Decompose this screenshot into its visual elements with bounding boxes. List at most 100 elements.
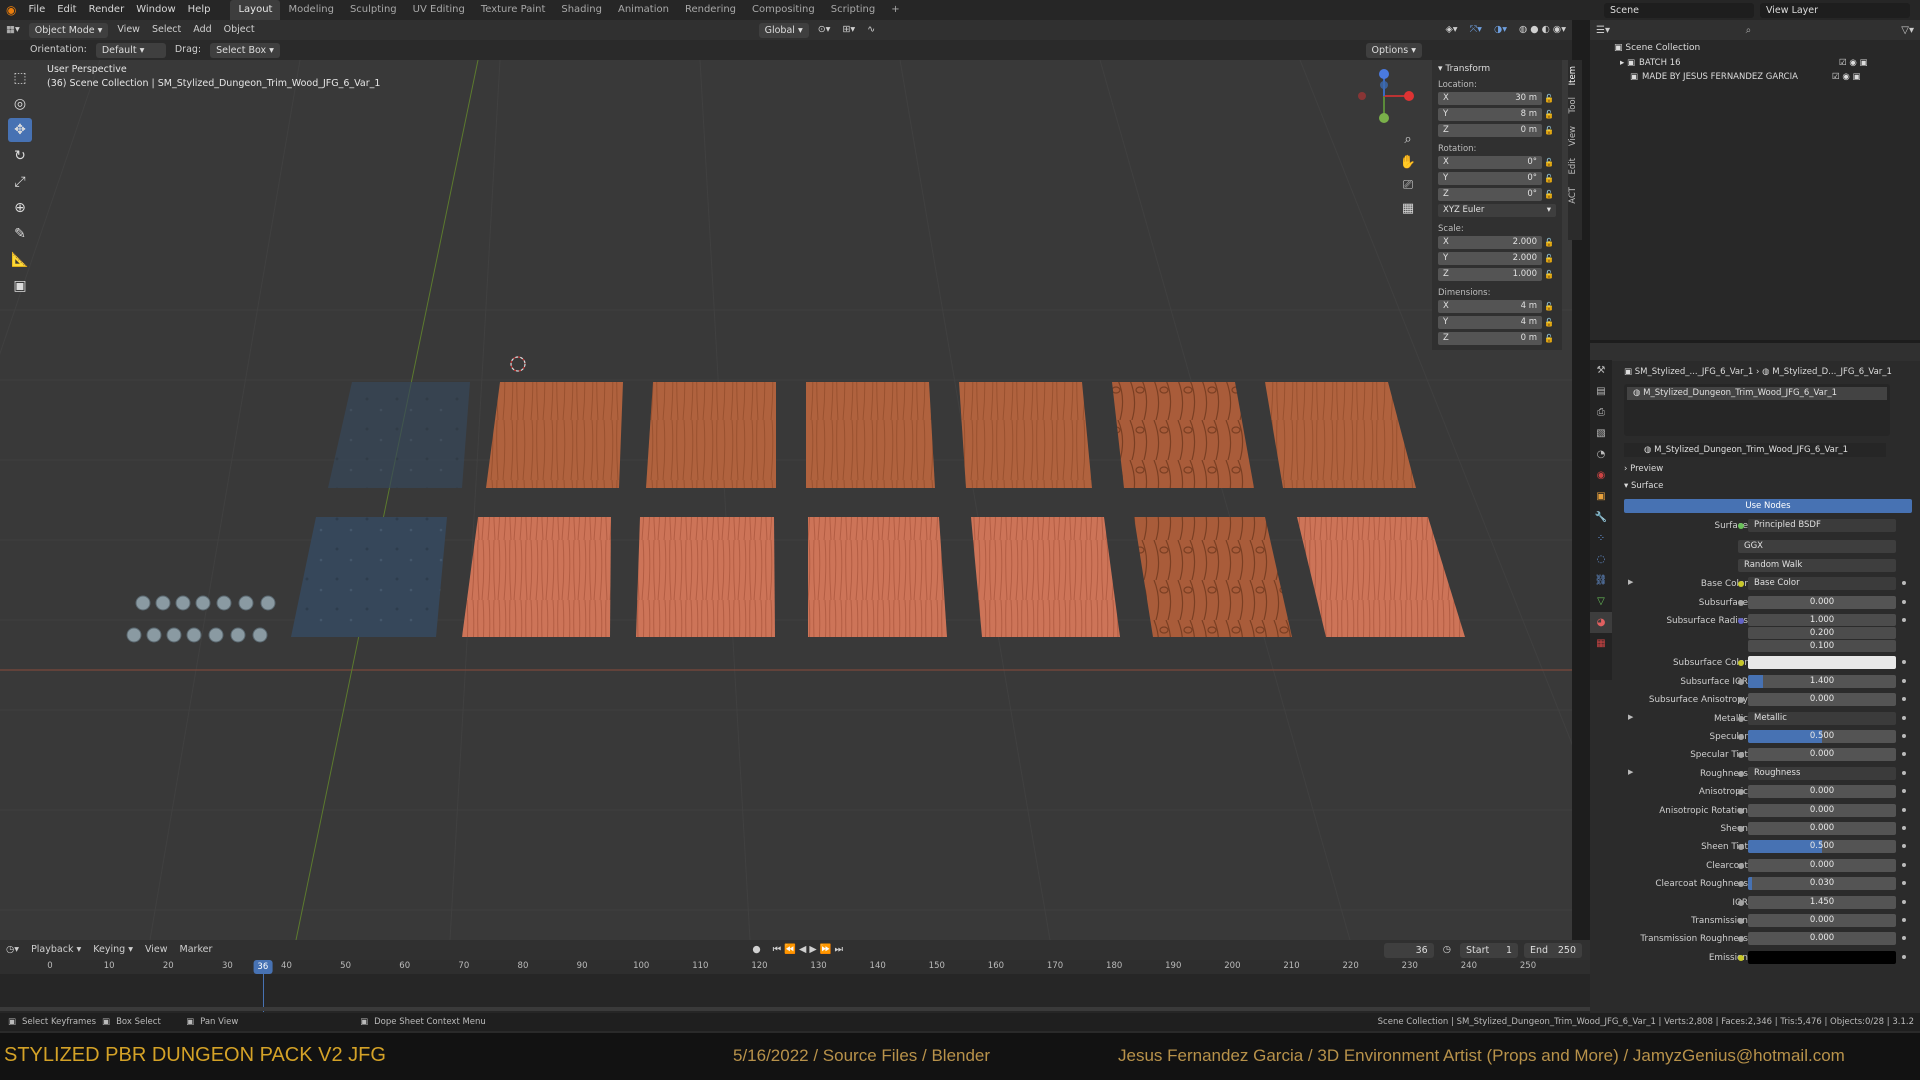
snap-icon[interactable]: ⊞▾ xyxy=(836,20,861,40)
select-icon[interactable]: ⬚ xyxy=(8,66,32,90)
lock-icon[interactable]: 🔓 xyxy=(1542,94,1556,103)
rotate-icon[interactable]: ↻ xyxy=(8,144,32,168)
menu-render[interactable]: Render xyxy=(83,0,131,20)
lock-icon[interactable]: 🔓 xyxy=(1542,334,1556,343)
keyframe-dot[interactable] xyxy=(1902,881,1906,886)
lock-icon[interactable]: 🔓 xyxy=(1542,126,1556,135)
play-icon[interactable]: ⏮⏪◀▶⏩⏭ xyxy=(767,940,852,960)
transform-icon[interactable]: ⊕ xyxy=(8,196,32,220)
scale-icon[interactable]: ⤢ xyxy=(8,170,32,194)
start-frame-field[interactable]: Start 1 xyxy=(1460,942,1518,958)
tab-scripting[interactable]: Scripting xyxy=(823,0,883,20)
rotation-z-field[interactable]: Z 0° xyxy=(1438,188,1542,201)
keyframe-dot[interactable] xyxy=(1902,954,1906,959)
tab-layout[interactable]: Layout xyxy=(230,0,281,20)
menu-view[interactable]: View xyxy=(139,940,174,960)
outliner-root[interactable]: ▣ Scene Collection xyxy=(1590,40,1920,56)
surface-shader-field[interactable]: Principled BSDF xyxy=(1748,519,1896,532)
keyframe-dot[interactable] xyxy=(1902,599,1906,604)
location-y-field[interactable]: Y 8 m xyxy=(1438,108,1542,121)
outliner-item[interactable]: ▣ MADE BY JESUS FERNANDEZ GARCIA ☑ ◉ ▣ xyxy=(1590,70,1920,84)
particles-icon[interactable]: ⁘ xyxy=(1590,528,1612,549)
material-selector[interactable]: ◍ M_Stylized_Dungeon_Trim_Wood_JFG_6_Var… xyxy=(1624,443,1886,457)
constraint-icon[interactable]: ⛓ xyxy=(1590,570,1612,591)
clearcoat-field[interactable]: 0.000 xyxy=(1748,858,1896,872)
eye-icon[interactable]: ☑ ◉ ▣ xyxy=(1832,72,1860,82)
filter-icon[interactable]: ▽▾ xyxy=(1901,25,1914,36)
sheen-field[interactable]: 0.000 xyxy=(1748,822,1896,835)
subsurface-ior-field[interactable]: 1.400 xyxy=(1748,674,1896,688)
rotation-y-field[interactable]: Y 0° xyxy=(1438,172,1542,185)
tab-shading[interactable]: Shading xyxy=(553,0,610,20)
subsurface-color-swatch[interactable] xyxy=(1748,656,1896,670)
subsurface-method-dropdown[interactable]: Random Walk xyxy=(1738,558,1896,572)
menu-help[interactable]: Help xyxy=(182,0,217,20)
expand-icon[interactable]: ▶ xyxy=(1628,768,1633,776)
menu-edit[interactable]: Edit xyxy=(51,0,82,20)
output-icon[interactable]: ⎙ xyxy=(1590,402,1612,423)
visibility-icon[interactable]: ◈▾ xyxy=(1439,20,1463,40)
menu-object[interactable]: Object xyxy=(218,20,261,40)
scale-y-field[interactable]: Y 2.000 xyxy=(1438,252,1542,265)
grid-icon[interactable]: ▦ xyxy=(1398,197,1418,220)
scene-icon[interactable]: ◔ xyxy=(1590,444,1612,465)
transmission-field[interactable]: 0.000 xyxy=(1748,914,1896,927)
tab-modeling[interactable]: Modeling xyxy=(280,0,342,20)
tab-compositing[interactable]: Compositing xyxy=(744,0,823,20)
drag-dropdown[interactable]: Select Box ▾ xyxy=(210,42,280,58)
zoom-icon[interactable]: ⌕ xyxy=(1398,128,1418,151)
keyframe-dot[interactable] xyxy=(1902,660,1906,665)
anisotropic-field[interactable]: 0.000 xyxy=(1748,785,1896,799)
menu-window[interactable]: Window xyxy=(130,0,181,20)
object-icon[interactable]: ▣ xyxy=(1590,486,1612,507)
use-nodes-button[interactable]: Use Nodes xyxy=(1624,499,1912,513)
menu-add[interactable]: Add xyxy=(187,20,217,40)
menu-file[interactable]: File xyxy=(22,0,51,20)
dimensions-x-field[interactable]: X 4 m xyxy=(1438,300,1542,313)
annotate-icon[interactable]: ✎ xyxy=(8,222,32,246)
dimensions-z-field[interactable]: Z 0 m xyxy=(1438,332,1542,345)
keyframe-dot[interactable] xyxy=(1902,678,1906,683)
material-icon[interactable]: ◕ xyxy=(1590,612,1612,633)
subsurface-radius-field[interactable]: 0.100 xyxy=(1748,640,1896,652)
tab-texture-paint[interactable]: Texture Paint xyxy=(473,0,554,20)
base-color-link[interactable]: Base Color xyxy=(1748,577,1896,591)
sheen-tint-field[interactable]: 0.500 xyxy=(1748,840,1896,854)
modifier-icon[interactable]: 🔧 xyxy=(1590,507,1612,528)
physics-icon[interactable]: ◌ xyxy=(1590,549,1612,570)
material-slot-list[interactable]: ◍ M_Stylized_Dungeon_Trim_Wood_JFG_6_Var… xyxy=(1624,384,1890,436)
emission-swatch[interactable] xyxy=(1748,950,1896,964)
keyframe-dot[interactable] xyxy=(1902,899,1906,904)
add-cube-icon[interactable]: ▣ xyxy=(8,274,32,298)
options-dropdown[interactable]: Options ▾ xyxy=(1365,42,1422,58)
blender-icon[interactable]: ◉ xyxy=(0,0,22,20)
tab-sculpting[interactable]: Sculpting xyxy=(342,0,405,20)
scale-z-field[interactable]: Z 1.000 xyxy=(1438,268,1542,281)
timeline[interactable]: 0 10 20 30 40 50 60 70 80 90 100 110 120 130 140 150 160… xyxy=(0,960,1590,1013)
scale-x-field[interactable]: X 2.000 xyxy=(1438,236,1542,249)
lock-icon[interactable]: 🔓 xyxy=(1542,238,1556,247)
record-icon[interactable]: ● xyxy=(746,940,766,960)
tab-rendering[interactable]: Rendering xyxy=(677,0,744,20)
editor-type-icon[interactable]: ☰▾ xyxy=(1596,25,1610,36)
tab-view[interactable]: View xyxy=(1568,120,1578,152)
transform-orientation-selector[interactable]: Global ▾ xyxy=(758,22,809,38)
data-icon[interactable]: ▽ xyxy=(1590,591,1612,612)
world-icon[interactable]: ◉ xyxy=(1590,465,1612,486)
move-icon[interactable]: ✥ xyxy=(8,118,32,142)
editor-type-icon[interactable]: ▦▾ xyxy=(0,20,26,40)
clearcoat-roughness-field[interactable]: 0.030 xyxy=(1748,877,1896,891)
keyframe-dot[interactable] xyxy=(1902,844,1906,849)
keyframe-dot[interactable] xyxy=(1902,715,1906,720)
tab-item[interactable]: Item xyxy=(1568,60,1578,91)
lock-icon[interactable]: 🔓 xyxy=(1542,254,1556,263)
expand-icon[interactable]: ▶ xyxy=(1628,578,1633,586)
lock-icon[interactable]: 🔓 xyxy=(1542,110,1556,119)
preview-panel[interactable]: › Preview xyxy=(1624,464,1920,474)
menu-playback[interactable]: Playback ▾ xyxy=(25,940,87,960)
overlay-icon[interactable]: ◑▾ xyxy=(1488,20,1513,40)
playhead[interactable]: 36 xyxy=(253,960,273,974)
tab-edit[interactable]: Edit xyxy=(1568,152,1578,180)
subsurface-radius-field[interactable]: 1.000 xyxy=(1748,614,1896,626)
end-frame-field[interactable]: End 250 xyxy=(1524,942,1582,958)
